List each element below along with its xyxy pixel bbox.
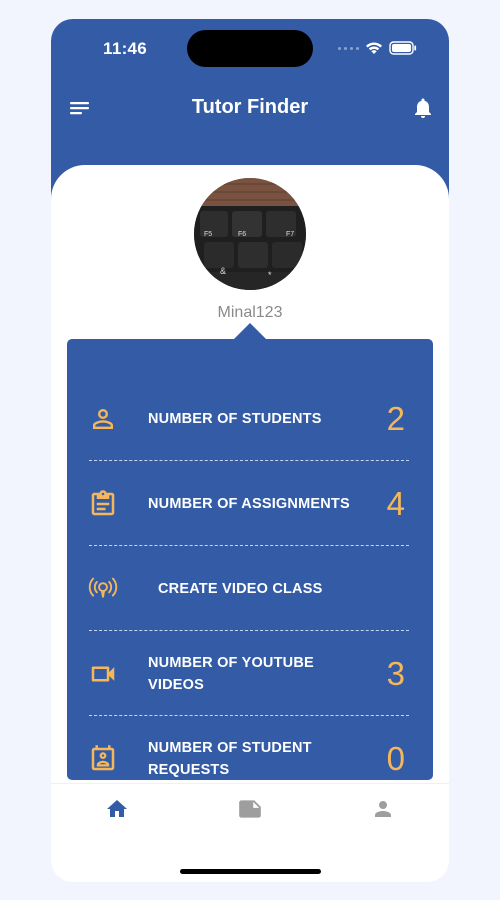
person-icon <box>87 403 119 435</box>
stat-row-youtube-videos[interactable]: NUMBER OF YOUTUBE VIDEOS 3 <box>67 631 433 716</box>
profile-icon <box>374 801 391 817</box>
stat-label: NUMBER OF YOUTUBE VIDEOS <box>148 654 314 693</box>
stat-count: 3 <box>386 654 405 692</box>
nav-profile[interactable] <box>316 784 449 834</box>
username: Minal123 <box>217 304 283 321</box>
svg-text:F5: F5 <box>204 231 212 238</box>
stat-label: NUMBER OF STUDENT REQUESTS <box>148 739 312 778</box>
note-icon <box>239 800 261 818</box>
avatar-keyboard-photo: F5 F6 F7 & * <box>194 178 306 290</box>
stats-panel: NUMBER OF STUDENTS 2 NUMBER OF ASSIGNMEN… <box>67 339 433 780</box>
stat-label: CREATE VIDEO CLASS <box>158 580 323 597</box>
stat-row-students[interactable]: NUMBER OF STUDENTS 2 <box>67 376 433 461</box>
wifi-icon <box>366 42 382 54</box>
page-title: Tutor Finder <box>191 96 309 118</box>
avatar[interactable]: F5 F6 F7 & * <box>194 178 306 290</box>
stat-label: NUMBER OF STUDENTS <box>148 410 322 427</box>
stat-label: NUMBER OF ASSIGNMENTS <box>148 495 350 512</box>
bottom-nav <box>51 784 449 834</box>
stat-count: 4 <box>386 484 405 522</box>
svg-text:*: * <box>268 270 272 280</box>
nav-notes[interactable] <box>184 784 317 834</box>
status-icons <box>338 39 417 57</box>
nav-home[interactable] <box>51 784 184 834</box>
svg-text:F6: F6 <box>238 231 246 238</box>
signal-icon <box>338 46 359 50</box>
svg-text:F7: F7 <box>286 231 294 238</box>
phone-screen: 11:46 Tutor Finder F5 F6 F7 & * Minal123… <box>51 19 449 882</box>
home-indicator[interactable] <box>180 869 321 874</box>
broadcast-icon <box>87 573 119 605</box>
notifications-button[interactable] <box>411 96 435 120</box>
bell-icon <box>415 98 431 118</box>
status-time: 11:46 <box>103 39 148 58</box>
create-video-class-button[interactable]: CREATE VIDEO CLASS <box>67 546 433 631</box>
contact-badge-icon <box>87 743 119 775</box>
stat-count: 0 <box>386 739 405 777</box>
svg-text:&: & <box>220 266 226 276</box>
stat-row-assignments[interactable]: NUMBER OF ASSIGNMENTS 4 <box>67 461 433 546</box>
dynamic-island <box>187 30 313 67</box>
stat-count: 2 <box>386 399 405 437</box>
home-icon <box>107 800 128 817</box>
assignment-icon <box>87 488 119 520</box>
video-camera-icon <box>87 658 119 690</box>
panel-pointer <box>234 323 266 339</box>
battery-icon <box>389 41 417 55</box>
